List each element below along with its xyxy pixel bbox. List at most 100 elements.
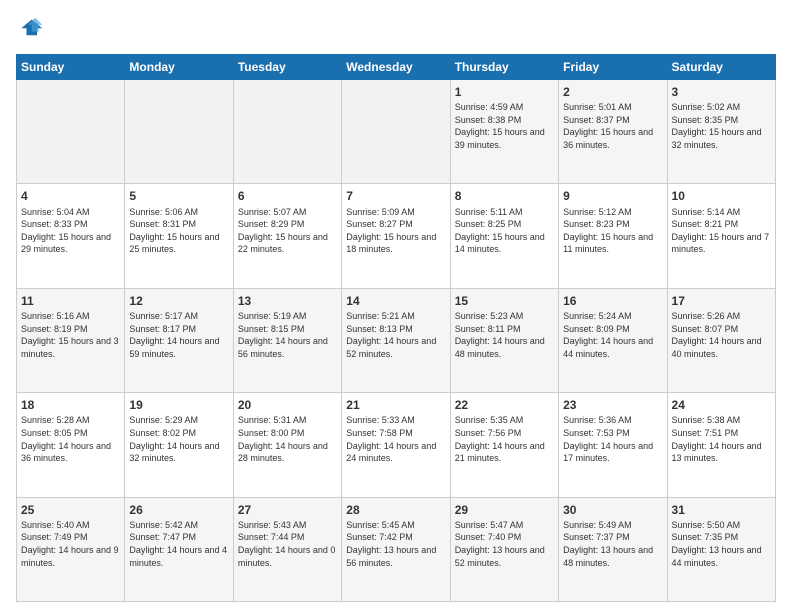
weekday-header-saturday: Saturday — [667, 55, 775, 80]
calendar-cell: 10 Sunrise: 5:14 AM Sunset: 8:21 PM Dayli… — [667, 184, 775, 288]
day-info: Sunrise: 5:42 AM Sunset: 7:47 PM Dayligh… — [129, 519, 228, 569]
calendar-cell: 6Sunrise: 5:07 AM Sunset: 8:29 PM Daylig… — [233, 184, 341, 288]
day-info: Sunrise: 5:40 AM Sunset: 7:49 PM Dayligh… — [21, 519, 120, 569]
calendar-cell: 29Sunrise: 5:47 AM Sunset: 7:40 PM Dayli… — [450, 497, 558, 601]
day-info: Sunrise: 5:36 AM Sunset: 7:53 PM Dayligh… — [563, 414, 662, 464]
calendar-cell — [17, 80, 125, 184]
day-number: 12 — [129, 293, 228, 309]
day-info: Sunrise: 5:23 AM Sunset: 8:11 PM Dayligh… — [455, 310, 554, 360]
calendar-cell: 19Sunrise: 5:29 AM Sunset: 8:02 PM Dayli… — [125, 393, 233, 497]
weekday-header-monday: Monday — [125, 55, 233, 80]
day-number: 21 — [346, 397, 445, 413]
day-info: Sunrise: 5:01 AM Sunset: 8:37 PM Dayligh… — [563, 101, 662, 151]
day-number: 5 — [129, 188, 228, 204]
day-info: Sunrise: 5:35 AM Sunset: 7:56 PM Dayligh… — [455, 414, 554, 464]
calendar-cell: 22Sunrise: 5:35 AM Sunset: 7:56 PM Dayli… — [450, 393, 558, 497]
day-number: 30 — [563, 502, 662, 518]
weekday-header-friday: Friday — [559, 55, 667, 80]
day-number: 10 — [672, 188, 771, 204]
calendar-cell: 13Sunrise: 5:19 AM Sunset: 8:15 PM Dayli… — [233, 288, 341, 392]
day-info: Sunrise: 5:49 AM Sunset: 7:37 PM Dayligh… — [563, 519, 662, 569]
day-info: Sunrise: 5:06 AM Sunset: 8:31 PM Dayligh… — [129, 206, 228, 256]
day-number: 20 — [238, 397, 337, 413]
day-info: Sunrise: 5:19 AM Sunset: 8:15 PM Dayligh… — [238, 310, 337, 360]
week-row-1: 1Sunrise: 4:59 AM Sunset: 8:38 PM Daylig… — [17, 80, 776, 184]
day-number: 28 — [346, 502, 445, 518]
calendar-cell: 31Sunrise: 5:50 AM Sunset: 7:35 PM Dayli… — [667, 497, 775, 601]
day-number: 2 — [563, 84, 662, 100]
day-number: 22 — [455, 397, 554, 413]
week-row-5: 25Sunrise: 5:40 AM Sunset: 7:49 PM Dayli… — [17, 497, 776, 601]
day-info: Sunrise: 4:59 AM Sunset: 8:38 PM Dayligh… — [455, 101, 554, 151]
calendar-cell: 26Sunrise: 5:42 AM Sunset: 7:47 PM Dayli… — [125, 497, 233, 601]
calendar-cell — [125, 80, 233, 184]
page: SundayMondayTuesdayWednesdayThursdayFrid… — [0, 0, 792, 612]
weekday-header-sunday: Sunday — [17, 55, 125, 80]
calendar-cell: 12Sunrise: 5:17 AM Sunset: 8:17 PM Dayli… — [125, 288, 233, 392]
day-number: 9 — [563, 188, 662, 204]
calendar-cell: 9 Sunrise: 5:12 AM Sunset: 8:23 PM Daylig… — [559, 184, 667, 288]
calendar-cell: 3Sunrise: 5:02 AM Sunset: 8:35 PM Daylig… — [667, 80, 775, 184]
calendar-cell: 11Sunrise: 5:16 AM Sunset: 8:19 PM Dayli… — [17, 288, 125, 392]
calendar-cell: 30Sunrise: 5:49 AM Sunset: 7:37 PM Dayli… — [559, 497, 667, 601]
day-info: Sunrise: 5:29 AM Sunset: 8:02 PM Dayligh… — [129, 414, 228, 464]
day-info: Sunrise: 5:14 AM Sunset: 8:21 PM Dayligh… — [672, 206, 771, 256]
day-number: 29 — [455, 502, 554, 518]
day-number: 16 — [563, 293, 662, 309]
calendar-cell: 4 Sunrise: 5:04 AM Sunset: 8:33 PM Daylig… — [17, 184, 125, 288]
calendar-cell: 24Sunrise: 5:38 AM Sunset: 7:51 PM Dayli… — [667, 393, 775, 497]
calendar-cell: 28Sunrise: 5:45 AM Sunset: 7:42 PM Dayli… — [342, 497, 450, 601]
calendar-cell — [342, 80, 450, 184]
day-number: 26 — [129, 502, 228, 518]
calendar-cell — [233, 80, 341, 184]
day-info: Sunrise: 5:38 AM Sunset: 7:51 PM Dayligh… — [672, 414, 771, 464]
day-info: Sunrise: 5:47 AM Sunset: 7:40 PM Dayligh… — [455, 519, 554, 569]
calendar-cell: 2Sunrise: 5:01 AM Sunset: 8:37 PM Daylig… — [559, 80, 667, 184]
day-number: 11 — [21, 293, 120, 309]
day-info: Sunrise: 5:17 AM Sunset: 8:17 PM Dayligh… — [129, 310, 228, 360]
day-info: Sunrise: 5:09 AM Sunset: 8:27 PM Dayligh… — [346, 206, 445, 256]
day-number: 14 — [346, 293, 445, 309]
day-info: Sunrise: 5:45 AM Sunset: 7:42 PM Dayligh… — [346, 519, 445, 569]
logo — [16, 16, 48, 44]
logo-icon — [16, 16, 44, 44]
day-info: Sunrise: 5:04 AM Sunset: 8:33 PM Dayligh… — [21, 206, 120, 256]
day-info: Sunrise: 5:16 AM Sunset: 8:19 PM Dayligh… — [21, 310, 120, 360]
calendar-cell: 14Sunrise: 5:21 AM Sunset: 8:13 PM Dayli… — [342, 288, 450, 392]
weekday-header-wednesday: Wednesday — [342, 55, 450, 80]
day-number: 1 — [455, 84, 554, 100]
calendar-cell: 17Sunrise: 5:26 AM Sunset: 8:07 PM Dayli… — [667, 288, 775, 392]
day-info: Sunrise: 5:33 AM Sunset: 7:58 PM Dayligh… — [346, 414, 445, 464]
day-number: 3 — [672, 84, 771, 100]
day-info: Sunrise: 5:24 AM Sunset: 8:09 PM Dayligh… — [563, 310, 662, 360]
week-row-3: 11Sunrise: 5:16 AM Sunset: 8:19 PM Dayli… — [17, 288, 776, 392]
day-number: 17 — [672, 293, 771, 309]
calendar: SundayMondayTuesdayWednesdayThursdayFrid… — [16, 54, 776, 602]
day-number: 27 — [238, 502, 337, 518]
calendar-cell: 27Sunrise: 5:43 AM Sunset: 7:44 PM Dayli… — [233, 497, 341, 601]
day-number: 24 — [672, 397, 771, 413]
day-number: 15 — [455, 293, 554, 309]
day-info: Sunrise: 5:43 AM Sunset: 7:44 PM Dayligh… — [238, 519, 337, 569]
calendar-cell: 20Sunrise: 5:31 AM Sunset: 8:00 PM Dayli… — [233, 393, 341, 497]
day-number: 18 — [21, 397, 120, 413]
weekday-header-row: SundayMondayTuesdayWednesdayThursdayFrid… — [17, 55, 776, 80]
week-row-2: 4 Sunrise: 5:04 AM Sunset: 8:33 PM Daylig… — [17, 184, 776, 288]
day-info: Sunrise: 5:50 AM Sunset: 7:35 PM Dayligh… — [672, 519, 771, 569]
calendar-cell: 25Sunrise: 5:40 AM Sunset: 7:49 PM Dayli… — [17, 497, 125, 601]
day-number: 6 — [238, 188, 337, 204]
day-number: 4 — [21, 188, 120, 204]
weekday-header-thursday: Thursday — [450, 55, 558, 80]
day-info: Sunrise: 5:28 AM Sunset: 8:05 PM Dayligh… — [21, 414, 120, 464]
calendar-cell: 18Sunrise: 5:28 AM Sunset: 8:05 PM Dayli… — [17, 393, 125, 497]
calendar-cell: 21Sunrise: 5:33 AM Sunset: 7:58 PM Dayli… — [342, 393, 450, 497]
day-info: Sunrise: 5:31 AM Sunset: 8:00 PM Dayligh… — [238, 414, 337, 464]
day-info: Sunrise: 5:21 AM Sunset: 8:13 PM Dayligh… — [346, 310, 445, 360]
header — [16, 16, 776, 44]
calendar-table: SundayMondayTuesdayWednesdayThursdayFrid… — [16, 54, 776, 602]
day-info: Sunrise: 5:26 AM Sunset: 8:07 PM Dayligh… — [672, 310, 771, 360]
day-number: 13 — [238, 293, 337, 309]
calendar-cell: 23Sunrise: 5:36 AM Sunset: 7:53 PM Dayli… — [559, 393, 667, 497]
day-info: Sunrise: 5:12 AM Sunset: 8:23 PM Dayligh… — [563, 206, 662, 256]
week-row-4: 18Sunrise: 5:28 AM Sunset: 8:05 PM Dayli… — [17, 393, 776, 497]
